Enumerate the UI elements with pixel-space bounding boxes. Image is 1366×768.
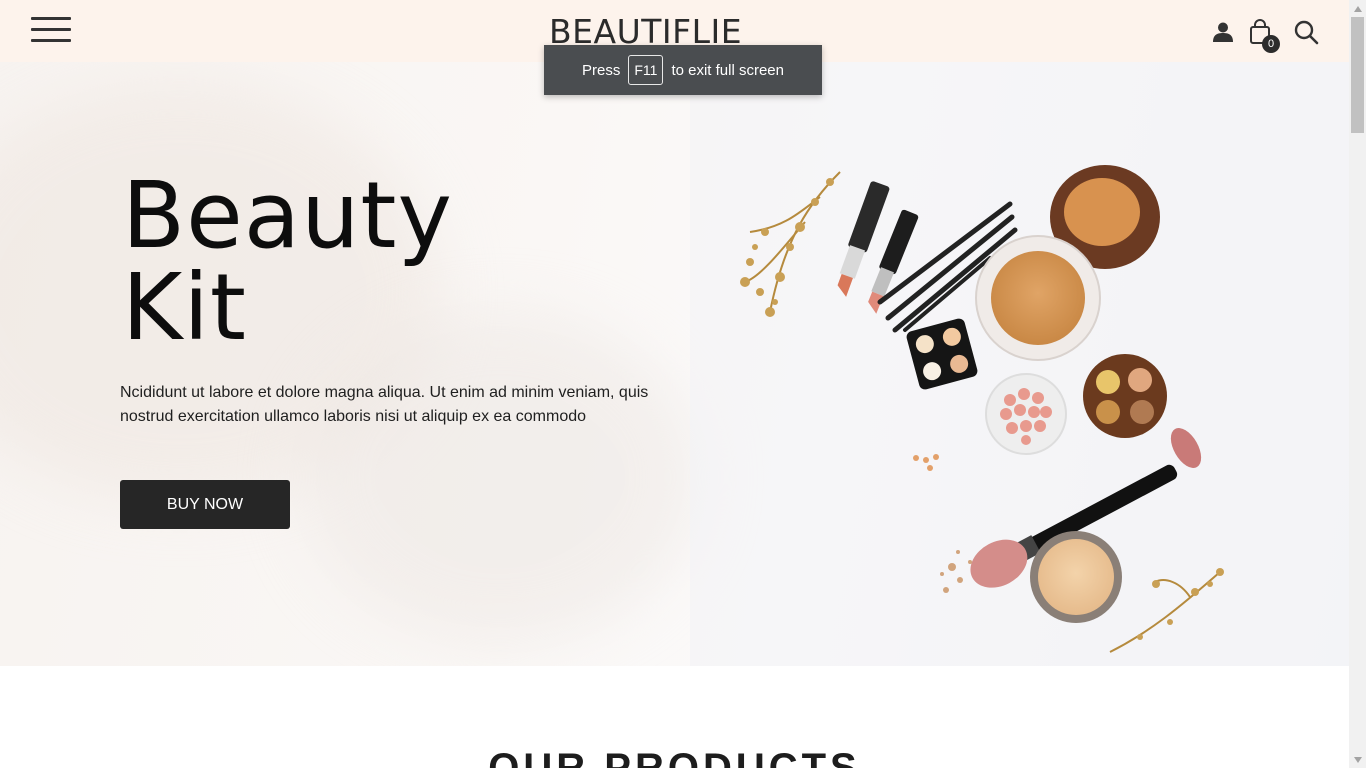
hero-background-shade bbox=[300, 312, 700, 642]
scrollbar-thumb[interactable] bbox=[1351, 17, 1364, 133]
menu-icon[interactable] bbox=[31, 17, 71, 45]
user-icon[interactable] bbox=[1211, 20, 1235, 44]
products-heading: OUR PRODUCTS bbox=[488, 746, 861, 768]
page-scrollbar[interactable] bbox=[1349, 0, 1366, 768]
fullscreen-notice-prefix: Press bbox=[582, 61, 621, 79]
header-actions: 0 bbox=[1197, 16, 1319, 53]
cart-icon[interactable]: 0 bbox=[1249, 19, 1280, 53]
hero-description: Ncididunt ut labore et dolore magna aliq… bbox=[120, 384, 649, 425]
cosmetics-image bbox=[690, 62, 1349, 666]
hero-section: Beauty Kit Ncididunt ut labore et dolore… bbox=[0, 62, 1349, 666]
fullscreen-key: F11 bbox=[628, 55, 664, 85]
fullscreen-notice: Press F11 to exit full screen bbox=[544, 45, 822, 95]
search-icon[interactable] bbox=[1293, 19, 1319, 45]
hero-title-line-2: Kit bbox=[122, 254, 247, 361]
cart-count-badge: 0 bbox=[1262, 35, 1280, 53]
hero-title-line-1: Beauty bbox=[122, 162, 453, 269]
hero-title: Beauty Kit bbox=[122, 170, 453, 354]
scroll-up-icon[interactable] bbox=[1349, 0, 1366, 17]
fullscreen-notice-suffix: to exit full screen bbox=[671, 61, 784, 79]
buy-now-button[interactable]: BUY NOW bbox=[120, 480, 290, 529]
scroll-down-icon[interactable] bbox=[1349, 751, 1366, 768]
